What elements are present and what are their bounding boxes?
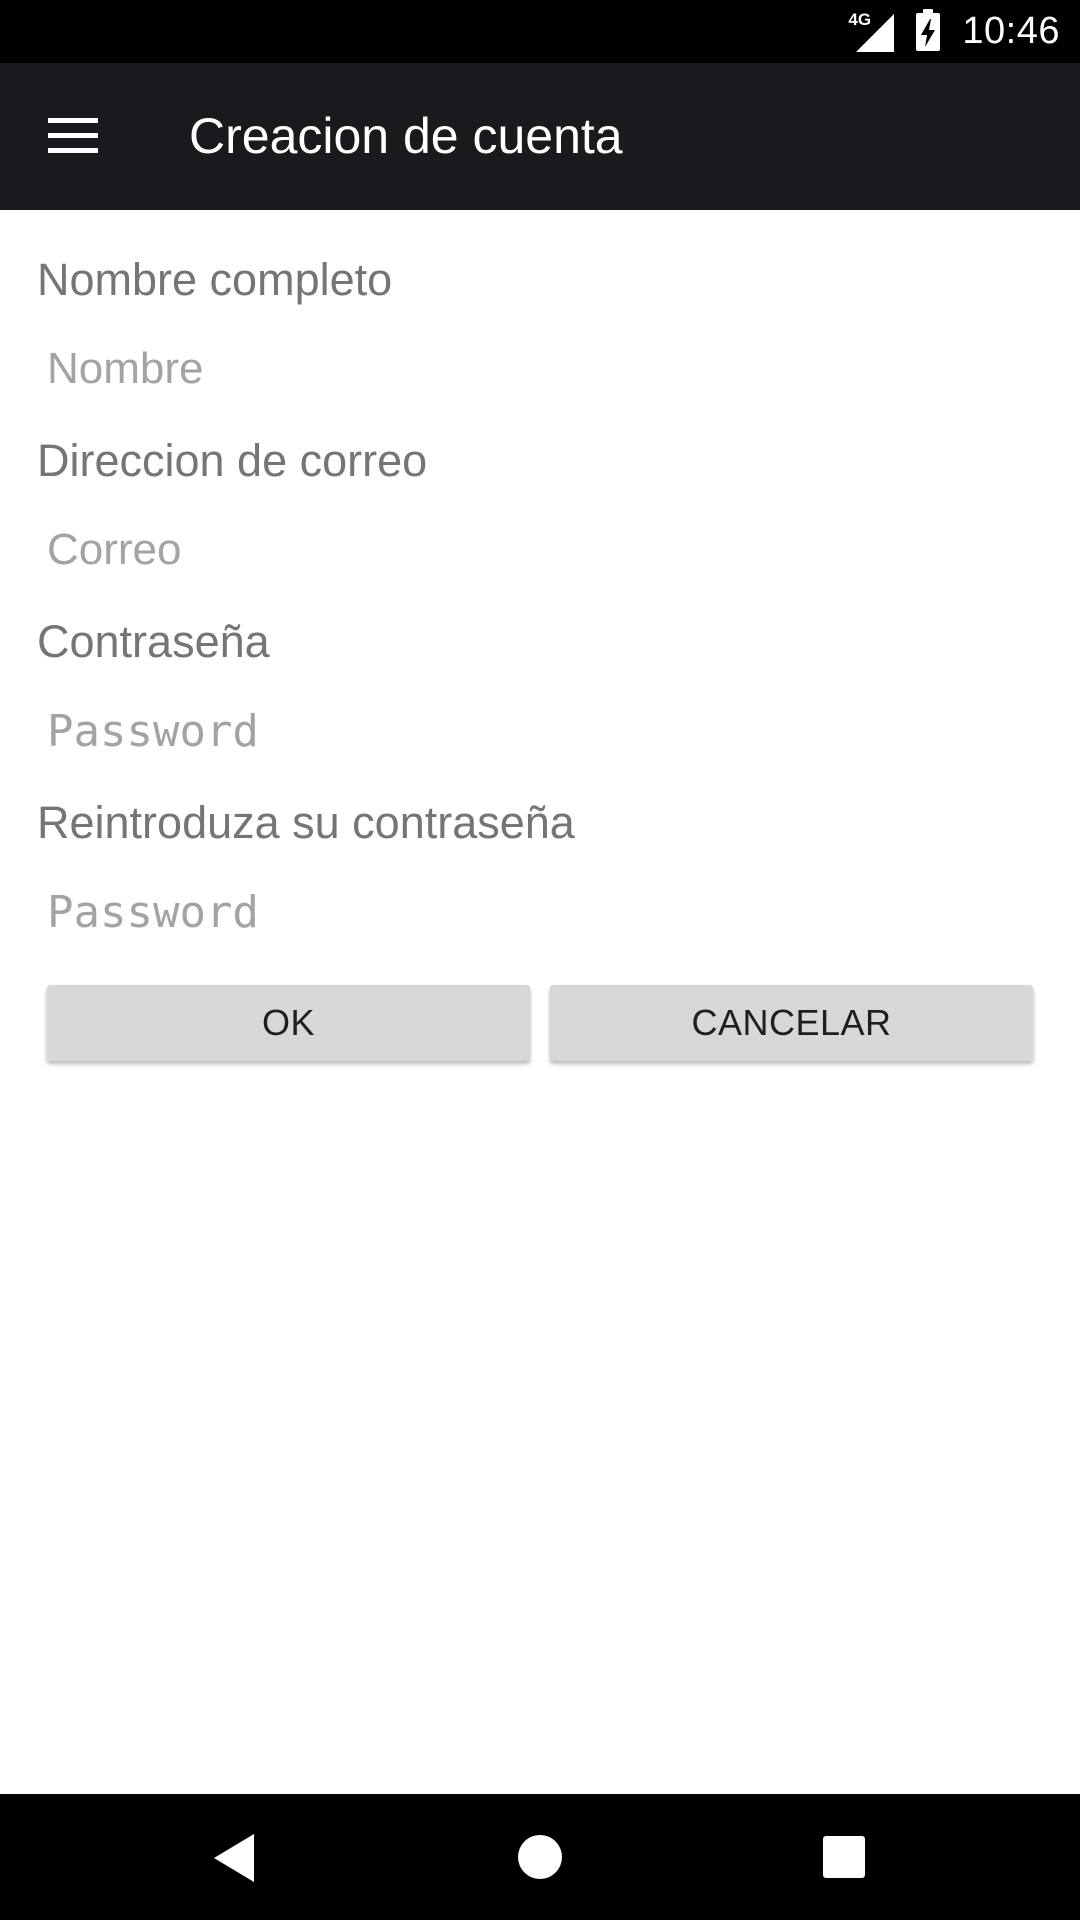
email-label: Direccion de correo [37, 435, 428, 486]
signal-icon [856, 13, 895, 52]
ok-button[interactable]: OK [47, 985, 530, 1061]
network-indicator: 4G [846, 10, 895, 52]
recent-apps-icon[interactable] [823, 1836, 865, 1878]
password-label: Contraseña [37, 616, 270, 667]
hamburger-menu-icon[interactable] [48, 118, 98, 154]
page-title: Creacion de cuenta [189, 108, 623, 164]
back-icon[interactable] [214, 1834, 254, 1882]
status-indicators: 4G 10:46 [846, 0, 1060, 63]
home-icon[interactable] [518, 1835, 562, 1879]
app-bar: Creacion de cuenta [0, 63, 1080, 210]
password-repeat-input[interactable] [38, 872, 1051, 952]
cancel-button[interactable]: CANCELAR [550, 985, 1033, 1061]
screen: 4G 10:46 Creacion de cuenta Nombre compl… [0, 0, 1080, 1920]
name-label: Nombre completo [37, 254, 393, 305]
email-input[interactable] [38, 510, 1051, 590]
password-repeat-label: Reintroduza su contraseña [37, 797, 575, 848]
password-input[interactable] [38, 691, 1051, 771]
name-input[interactable] [38, 329, 1051, 409]
battery-charging-icon [916, 8, 941, 51]
status-bar: 4G 10:46 [0, 0, 1080, 63]
navigation-bar [0, 1794, 1080, 1920]
clock: 10:46 [962, 10, 1060, 52]
